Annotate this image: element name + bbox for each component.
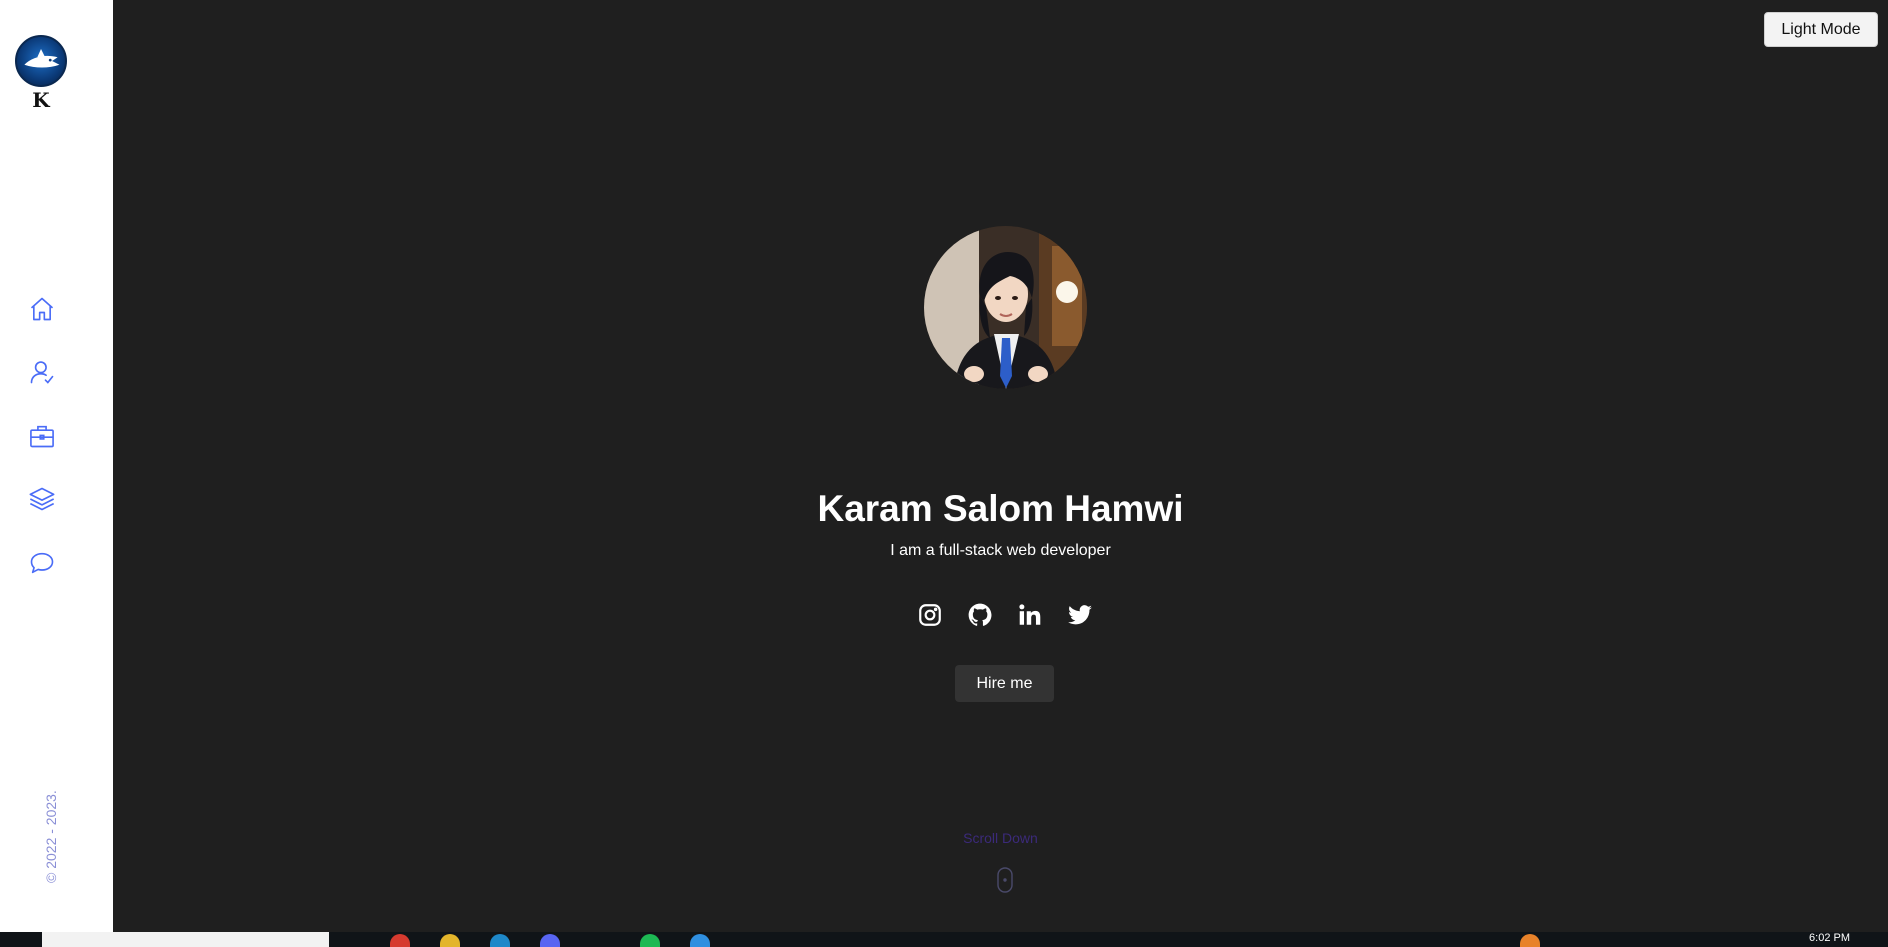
sidebar: K © 2022 - 2023. <box>0 0 113 932</box>
profile-avatar <box>924 226 1087 389</box>
os-taskbar: 6:02 PM <box>0 932 1888 947</box>
taskbar-folder-icon[interactable] <box>440 934 460 947</box>
briefcase-icon <box>30 425 54 448</box>
instagram-link[interactable] <box>917 602 943 628</box>
message-icon <box>30 552 54 574</box>
taskbar-search-box[interactable] <box>42 932 329 947</box>
twitter-icon <box>1068 605 1092 625</box>
sidebar-item-services[interactable] <box>28 485 56 513</box>
hero-name: Karam Salom Hamwi <box>817 488 1184 529</box>
taskbar-spotify-icon[interactable] <box>640 934 660 947</box>
github-link[interactable] <box>967 602 993 628</box>
mouse-scroll-icon[interactable] <box>994 867 1016 893</box>
sidebar-item-contact[interactable] <box>28 549 56 577</box>
copyright-text: © 2022 - 2023. <box>43 790 59 883</box>
taskbar-clock[interactable]: 6:02 PM <box>1809 932 1850 944</box>
taskbar-vscode-icon[interactable] <box>690 934 710 947</box>
sidebar-item-about[interactable] <box>28 358 56 386</box>
twitter-link[interactable] <box>1067 602 1093 628</box>
light-mode-button[interactable]: Light Mode <box>1764 12 1878 47</box>
home-icon <box>30 297 54 321</box>
shark-logo-icon[interactable] <box>15 35 67 87</box>
taskbar-discord-icon[interactable] <box>540 934 560 947</box>
instagram-icon <box>919 604 941 626</box>
taskbar-tray-icon[interactable] <box>1520 934 1540 947</box>
hero-subtitle: I am a full-stack web developer <box>890 542 1111 559</box>
hire-me-button[interactable]: Hire me <box>955 665 1054 702</box>
taskbar-app-icon[interactable] <box>490 934 510 947</box>
sidebar-item-home[interactable] <box>28 295 56 323</box>
social-links <box>917 602 1097 632</box>
user-icon <box>30 361 54 384</box>
layers-icon <box>29 487 55 511</box>
github-icon <box>968 603 992 626</box>
taskbar-app-icon[interactable] <box>390 934 410 947</box>
linkedin-icon <box>1019 604 1041 625</box>
logo-letter: K <box>32 88 50 112</box>
scroll-down-link[interactable]: Scroll Down <box>113 830 1888 846</box>
linkedin-link[interactable] <box>1017 602 1043 628</box>
sidebar-item-portfolio[interactable] <box>28 422 56 450</box>
